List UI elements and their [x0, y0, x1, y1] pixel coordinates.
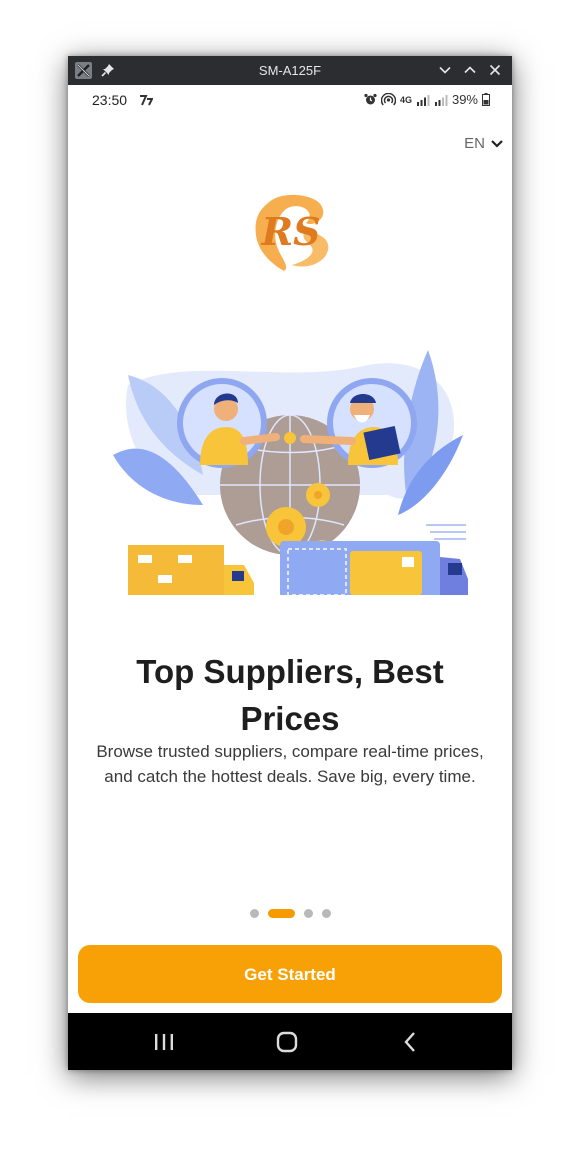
- maximize-icon[interactable]: [463, 63, 477, 77]
- status-bar: 23:50 4G 39%: [68, 85, 512, 115]
- back-icon[interactable]: [398, 1029, 424, 1055]
- get-started-button[interactable]: Get Started: [78, 945, 502, 1003]
- page-dot-4[interactable]: [321, 908, 331, 918]
- network-type: 4G: [399, 94, 412, 105]
- status-icons: 4G 39%: [364, 92, 490, 107]
- recent-apps-icon[interactable]: [151, 1029, 177, 1055]
- onboarding-illustration: [113, 350, 468, 595]
- language-selector[interactable]: EN: [464, 135, 504, 152]
- hotspot-icon: [380, 93, 396, 106]
- logo-text: RS: [260, 209, 320, 254]
- alarm-icon: [364, 93, 377, 105]
- onboarding-title: Top Suppliers, Best Prices: [136, 653, 444, 737]
- page-dot-1[interactable]: [249, 908, 259, 918]
- language-label: EN: [464, 135, 485, 152]
- android-nav-bar: [68, 1013, 512, 1070]
- close-icon[interactable]: [488, 63, 502, 77]
- onboarding-description: Browse trusted suppliers, compare real-t…: [96, 742, 484, 786]
- minimize-icon[interactable]: [438, 63, 452, 77]
- status-time: 23:50: [92, 92, 128, 108]
- home-icon[interactable]: [274, 1029, 300, 1055]
- notification-icon: [140, 95, 153, 106]
- chevron-down-icon: [491, 139, 503, 148]
- page-dot-3[interactable]: [303, 908, 313, 918]
- battery-icon: [482, 93, 490, 106]
- signal-icon-2: [434, 94, 448, 106]
- signal-icon: [416, 94, 430, 106]
- app-screen: 23:50 4G 39% EN RS Top Suppliers, Best P…: [68, 85, 512, 1070]
- rs-logo: RS: [255, 194, 329, 271]
- device-window: SM-A125F 23:50 4G 39% EN RS Top Supplier…: [68, 56, 512, 1070]
- page-indicator: [68, 907, 512, 919]
- window-titlebar: SM-A125F: [68, 56, 512, 85]
- battery-percent: 39%: [451, 92, 478, 107]
- page-dot-2-active[interactable]: [267, 908, 295, 918]
